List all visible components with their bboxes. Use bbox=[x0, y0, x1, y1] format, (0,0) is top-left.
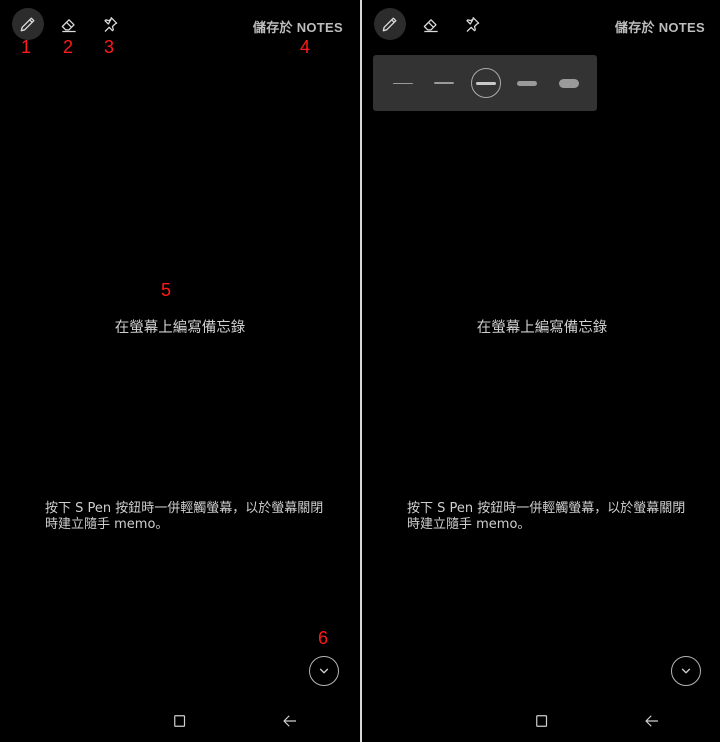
back-arrow-icon bbox=[283, 715, 296, 727]
pin-tool-button[interactable] bbox=[456, 8, 488, 40]
pin-tool-button[interactable] bbox=[94, 8, 126, 40]
pin-icon bbox=[104, 16, 118, 32]
marker-5: 5 bbox=[161, 280, 172, 300]
memo-title: 在螢幕上編寫備忘錄 bbox=[114, 320, 246, 336]
eraser-tool-button[interactable] bbox=[53, 8, 85, 40]
pen-icon bbox=[382, 17, 397, 32]
back-arrow-icon bbox=[645, 715, 658, 727]
memo-title: 在螢幕上編寫備忘錄 bbox=[476, 320, 608, 336]
memo-instructions-line-2: 時建立隨手 memo。 bbox=[407, 517, 531, 532]
collapse-button[interactable] bbox=[671, 656, 701, 686]
marker-2: 2 bbox=[63, 37, 74, 57]
thickness-option-5[interactable] bbox=[554, 68, 584, 98]
pen-icon bbox=[20, 17, 35, 32]
memo-instructions: 按下 S Pen 按鈕時一併輕觸螢幕，以於螢幕關閉 時建立隨手 memo。 bbox=[45, 501, 335, 533]
screen-right: 儲存於 NOTES 在螢幕上編寫備忘錄 按下 S Pen 按鈕時一併輕觸螢幕，以… bbox=[362, 0, 720, 742]
recent-apps-button[interactable] bbox=[170, 711, 190, 731]
memo-instructions-line-2: 時建立隨手 memo。 bbox=[45, 517, 169, 532]
back-button[interactable] bbox=[280, 711, 300, 731]
pen-tool-button[interactable] bbox=[12, 8, 44, 40]
chevron-down-icon bbox=[319, 668, 329, 674]
thickness-option-4[interactable] bbox=[512, 68, 542, 98]
recent-apps-icon bbox=[536, 715, 548, 727]
back-button[interactable] bbox=[642, 711, 662, 731]
chevron-down-icon bbox=[681, 668, 691, 674]
memo-instructions-line-1: 按下 S Pen 按鈕時一併輕觸螢幕，以於螢幕關閉 bbox=[407, 501, 686, 516]
thickness-option-2[interactable] bbox=[429, 68, 459, 98]
marker-3: 3 bbox=[104, 37, 115, 57]
screen-left: 儲存於 NOTES 1 2 3 4 5 6 在螢幕上編寫備忘錄 按下 S Pen… bbox=[0, 0, 360, 742]
marker-4: 4 bbox=[300, 37, 311, 57]
recent-apps-icon bbox=[174, 715, 186, 727]
eraser-icon bbox=[423, 19, 438, 33]
save-to-notes-button[interactable]: 儲存於 NOTES bbox=[253, 17, 343, 36]
pen-tool-button[interactable] bbox=[374, 8, 406, 40]
memo-instructions-line-1: 按下 S Pen 按鈕時一併輕觸螢幕，以於螢幕關閉 bbox=[45, 501, 324, 516]
eraser-tool-button[interactable] bbox=[415, 8, 447, 40]
memo-instructions: 按下 S Pen 按鈕時一併輕觸螢幕，以於螢幕關閉 時建立隨手 memo。 bbox=[407, 501, 697, 533]
save-to-notes-button[interactable]: 儲存於 NOTES bbox=[615, 17, 705, 36]
marker-1: 1 bbox=[21, 37, 32, 57]
thickness-option-1[interactable] bbox=[388, 68, 418, 98]
pen-thickness-panel bbox=[373, 55, 597, 111]
recent-apps-button[interactable] bbox=[532, 711, 552, 731]
eraser-icon bbox=[61, 19, 76, 33]
marker-6: 6 bbox=[318, 628, 329, 648]
thickness-option-3-selected[interactable] bbox=[471, 68, 501, 98]
pin-icon bbox=[466, 16, 480, 32]
collapse-button[interactable] bbox=[309, 656, 339, 686]
